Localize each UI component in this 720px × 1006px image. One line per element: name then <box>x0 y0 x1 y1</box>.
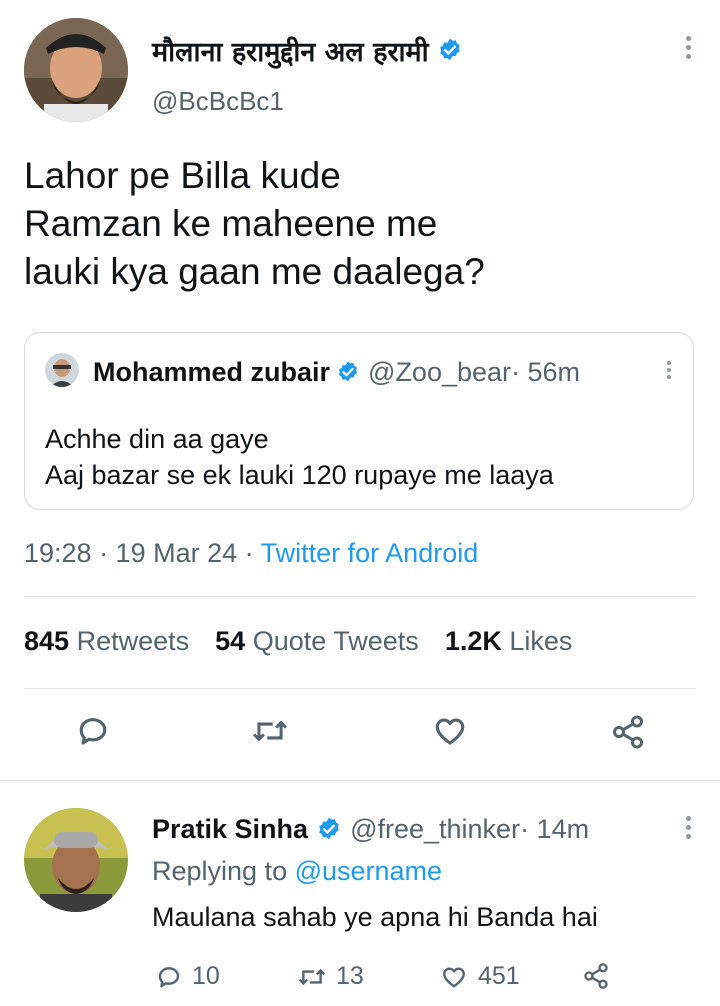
quoted-time: · 56m <box>511 356 581 387</box>
verified-badge-icon <box>339 361 358 382</box>
reply-author-name[interactable]: Pratik Sinha <box>152 814 308 845</box>
reply-text: Maulana sahab ye apna hi Banda hai <box>152 902 598 932</box>
reply-like-button[interactable]: 451 <box>440 962 520 991</box>
replying-to: Replying to @username <box>152 856 442 887</box>
reply-like-count: 451 <box>478 962 520 990</box>
likes-count: 1.2K <box>444 626 502 656</box>
replying-to-label: Replying to <box>152 856 295 886</box>
share-icon <box>584 963 608 989</box>
divider <box>24 596 696 597</box>
author-avatar[interactable] <box>24 18 128 122</box>
section-divider <box>0 780 720 781</box>
quoted-text: Achhe din aa gaye Aaj bazar se ek lauki … <box>45 421 554 493</box>
verified-badge-icon <box>319 817 339 840</box>
retweet-icon <box>298 968 326 985</box>
like-icon <box>435 718 465 745</box>
quoted-author-avatar <box>45 353 79 387</box>
tweet-text-line: Lahor pe Billa kude <box>24 155 341 196</box>
reply-retweet-button[interactable]: 13 <box>298 962 364 991</box>
quoted-author-name: Mohammed zubair <box>93 356 331 387</box>
reply-reply-count: 10 <box>192 962 220 990</box>
quoted-header: Mohammed zubair @Zoo_bear · 56m <box>93 355 580 389</box>
retweet-icon <box>252 720 288 742</box>
tweet-timestamp: 19:28 · 19 Mar 24 · <box>24 538 261 568</box>
share-icon <box>613 715 643 749</box>
tweet-source-link[interactable]: Twitter for Android <box>261 538 479 568</box>
likes-label: Likes <box>509 626 573 656</box>
quoted-text-line: Aaj bazar se ek lauki 120 rupaye me laay… <box>45 460 554 490</box>
retweet-button[interactable] <box>252 714 288 748</box>
tweet-text: Lahor pe Billa kude Ramzan ke maheene me… <box>24 152 485 296</box>
reply-time: · 14m <box>520 813 590 844</box>
reply-author-handle[interactable]: @free_thinker <box>350 814 520 845</box>
likes-stat[interactable]: 1.2K Likes <box>445 626 573 657</box>
quoted-more-options-icon[interactable] <box>667 361 673 383</box>
verified-badge-icon <box>439 38 460 61</box>
quotes-label: Quote Tweets <box>252 626 419 656</box>
reply-retweet-count: 13 <box>336 962 364 990</box>
author-name[interactable]: मौलाना हरामुद्दीन अल हरामी <box>152 32 429 69</box>
share-button[interactable] <box>610 714 646 750</box>
tweet-text-line: Ramzan ke maheene me <box>24 203 438 244</box>
reply-header: Pratik Sinha @free_thinker · 14m <box>152 811 589 847</box>
tweet-meta: 19:28 · 19 Mar 24 · Twitter for Android <box>24 538 478 569</box>
author-handle[interactable]: @BcBcBc1 <box>152 86 284 117</box>
reply-share-button[interactable] <box>582 962 610 990</box>
stats-row: 845 Retweets 54 Quote Tweets 1.2K Likes <box>24 626 572 657</box>
like-icon <box>443 966 465 987</box>
reply-icon <box>158 966 180 987</box>
retweets-label: Retweets <box>76 626 190 656</box>
reply-more-options-icon[interactable] <box>686 816 692 843</box>
quoted-author-handle: @Zoo_bear <box>368 356 512 387</box>
quoted-tweet-card[interactable]: Mohammed zubair @Zoo_bear · 56m Achhe di… <box>24 332 694 510</box>
replying-to-user-link[interactable]: @username <box>295 856 442 886</box>
author-name-row: मौलाना हरामुद्दीन अल हरामी <box>152 32 463 68</box>
more-options-icon[interactable] <box>686 36 692 63</box>
reply-author-avatar-image <box>24 808 128 912</box>
retweets-stat[interactable]: 845 Retweets <box>24 626 189 657</box>
divider <box>24 688 696 689</box>
quotes-stat[interactable]: 54 Quote Tweets <box>215 626 419 657</box>
reply-button[interactable] <box>76 714 110 748</box>
reply-icon <box>79 718 107 745</box>
like-button[interactable] <box>432 714 468 748</box>
reply-author-avatar[interactable] <box>24 808 128 912</box>
reply-reply-button[interactable]: 10 <box>156 962 220 991</box>
retweets-count: 845 <box>24 626 70 656</box>
quotes-count: 54 <box>215 626 246 656</box>
tweet-text-line: lauki kya gaan me daalega? <box>24 251 485 292</box>
quoted-text-line: Achhe din aa gaye <box>45 424 269 454</box>
author-avatar-image <box>24 18 128 122</box>
